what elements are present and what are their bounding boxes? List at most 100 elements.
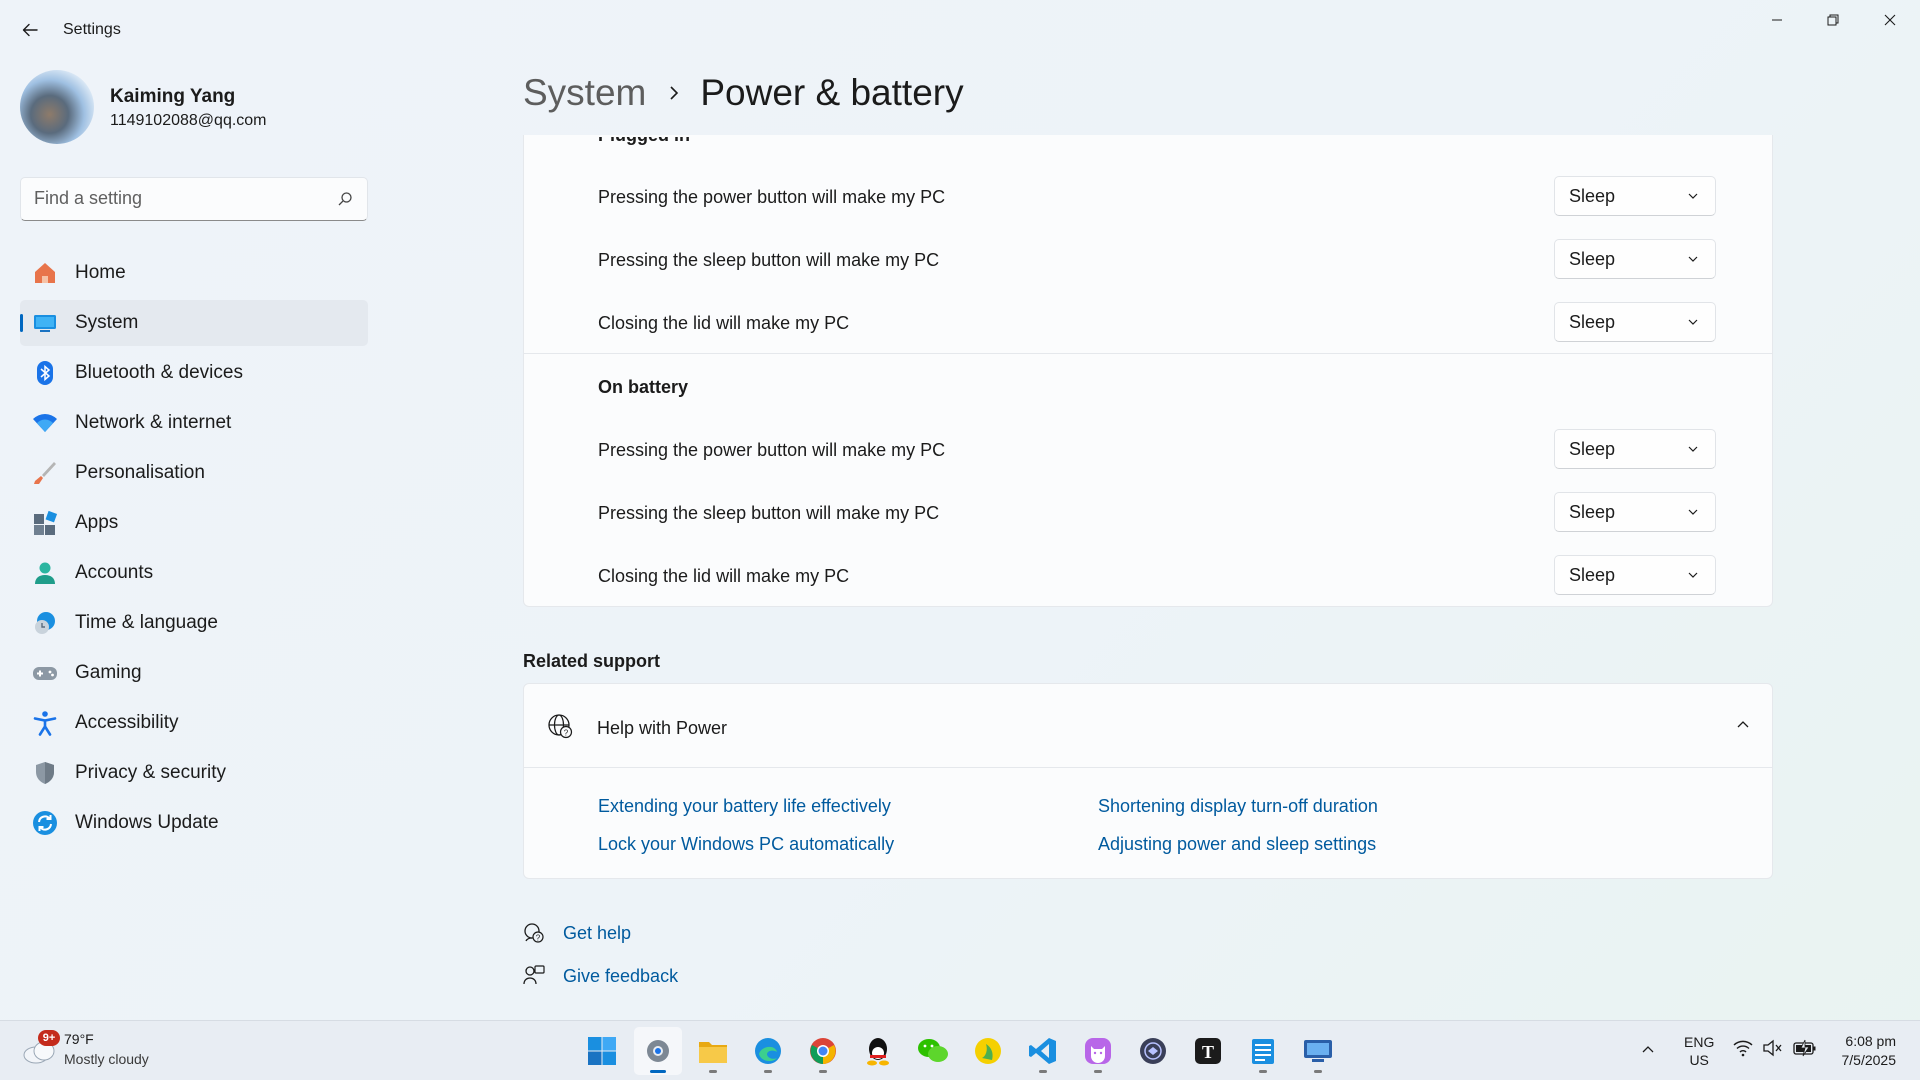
breadcrumb: System Power & battery (523, 72, 964, 114)
start-icon (588, 1037, 616, 1065)
taskbar-chrome[interactable] (799, 1027, 847, 1075)
taskbar-file-explorer[interactable] (689, 1027, 737, 1075)
sidebar-item-label: Bluetooth & devices (75, 362, 243, 383)
sidebar-item-label: Home (75, 262, 126, 283)
wechat-icon (918, 1039, 948, 1062)
sidebar-item-privacy[interactable]: Privacy & security (20, 750, 368, 796)
chevron-up-icon[interactable] (1736, 718, 1750, 732)
taskbar-yellow-app[interactable] (964, 1027, 1012, 1075)
sidebar-item-label: Privacy & security (75, 762, 226, 783)
sidebar-item-label: Time & language (75, 612, 218, 633)
minimize-icon (1772, 19, 1782, 21)
chevron-down-icon (1688, 256, 1698, 262)
taskbar-cat-app[interactable] (1074, 1027, 1122, 1075)
give-feedback-link[interactable]: Give feedback (563, 966, 678, 987)
taskbar-dark-app[interactable] (1129, 1027, 1177, 1075)
breadcrumb-parent[interactable]: System (523, 72, 646, 114)
get-help-icon: ? (524, 923, 544, 943)
dropdown-value: Sleep (1569, 248, 1616, 269)
sidebar-item-label: Accounts (75, 562, 154, 583)
user-email: 1149102088@qq.com (110, 112, 267, 129)
chevron-right-icon (668, 84, 680, 102)
battery-lid-dropdown[interactable]: Sleep (1554, 555, 1716, 595)
svg-text:T: T (1202, 1042, 1214, 1062)
sidebar-item-label: System (75, 312, 139, 333)
back-arrow-icon (22, 23, 38, 37)
plugged-lid-dropdown[interactable]: Sleep (1554, 302, 1716, 342)
setting-label: Pressing the power button will make my P… (598, 440, 946, 460)
vscode-icon (1029, 1038, 1056, 1064)
avatar[interactable] (20, 70, 94, 144)
chevron-down-icon (1688, 572, 1698, 578)
plugged-power-button-dropdown[interactable]: Sleep (1554, 176, 1716, 216)
taskbar-settings[interactable] (634, 1027, 682, 1075)
taskbar-remote-desktop[interactable] (1294, 1027, 1342, 1075)
clock-date: 7/5/2025 (1841, 1052, 1897, 1068)
minimize-button[interactable] (1749, 0, 1805, 40)
sidebar-nav: Home System Bluetooth & devices Network … (20, 250, 368, 850)
taskbar-wechat[interactable] (909, 1027, 957, 1075)
dropdown-value: Sleep (1569, 311, 1616, 332)
remote-desktop-icon (1304, 1040, 1332, 1062)
sidebar-item-network[interactable]: Network & internet (20, 400, 368, 446)
taskbar-qq[interactable] (854, 1027, 902, 1075)
bluetooth-icon (32, 360, 58, 386)
taskbar-notepad[interactable] (1239, 1027, 1287, 1075)
brush-icon (32, 460, 58, 486)
chevron-down-icon (1688, 319, 1698, 325)
help-link-power-sleep[interactable]: Adjusting power and sleep settings (1098, 834, 1376, 855)
help-expander-header[interactable]: ? Help with Power (524, 684, 1772, 768)
search-box (20, 177, 368, 221)
show-hidden-icons-chevron-up-icon[interactable] (1640, 1041, 1656, 1057)
edge-icon (755, 1038, 781, 1064)
clock[interactable]: 6:08 pm 7/5/2025 (1842, 1032, 1897, 1070)
sidebar-item-gaming[interactable]: Gaming (20, 650, 368, 696)
system-icon (32, 310, 58, 336)
settings-icon (647, 1040, 669, 1062)
battery-sleep-button-dropdown[interactable]: Sleep (1554, 492, 1716, 532)
search-icon[interactable] (337, 191, 353, 207)
back-button[interactable] (14, 14, 46, 46)
wifi-tray-icon[interactable] (1733, 1039, 1753, 1057)
update-icon (32, 810, 58, 836)
restore-button[interactable] (1805, 0, 1861, 40)
help-link-lock-pc[interactable]: Lock your Windows PC automatically (598, 834, 894, 855)
power-buttons-card: Plugged in Pressing the power button wil… (523, 135, 1773, 607)
globe-help-icon: ? (548, 714, 573, 739)
taskbar-edge[interactable] (744, 1027, 792, 1075)
taskbar-vscode[interactable] (1019, 1027, 1067, 1075)
sidebar-item-windows-update[interactable]: Windows Update (20, 800, 368, 846)
page-title: Power & battery (700, 72, 964, 113)
battery-charging-icon[interactable] (1793, 1039, 1817, 1057)
app-yellow-icon (975, 1038, 1001, 1064)
sidebar-item-label: Accessibility (75, 712, 179, 733)
typora-icon: T (1195, 1038, 1221, 1064)
input-language[interactable]: ENG US (1684, 1033, 1714, 1069)
help-link-display-timeout[interactable]: Shortening display turn-off duration (1098, 796, 1378, 817)
sidebar-item-apps[interactable]: Apps (20, 500, 368, 546)
help-link-battery-life[interactable]: Extending your battery life effectively (598, 796, 891, 817)
plugged-sleep-button-dropdown[interactable]: Sleep (1554, 239, 1716, 279)
sidebar-item-home[interactable]: Home (20, 250, 368, 296)
taskbar-typora[interactable]: T (1184, 1027, 1232, 1075)
chevron-down-icon (1688, 193, 1698, 199)
get-help-link[interactable]: Get help (563, 923, 631, 944)
sidebar-item-accounts[interactable]: Accounts (20, 550, 368, 596)
home-icon (32, 260, 58, 286)
close-button[interactable] (1862, 0, 1918, 40)
volume-muted-icon[interactable] (1762, 1039, 1782, 1057)
sidebar-item-accessibility[interactable]: Accessibility (20, 700, 368, 746)
sidebar-item-personalisation[interactable]: Personalisation (20, 450, 368, 496)
search-input[interactable] (34, 188, 324, 209)
weather-temp: 79°F (64, 1031, 94, 1047)
battery-power-button-dropdown[interactable]: Sleep (1554, 429, 1716, 469)
qq-icon (867, 1038, 889, 1066)
sidebar-item-bluetooth[interactable]: Bluetooth & devices (20, 350, 368, 396)
sidebar-item-label: Gaming (75, 662, 142, 683)
clock-time: 6:08 pm (1845, 1033, 1896, 1049)
sidebar-item-system[interactable]: System (20, 300, 368, 346)
sidebar-item-time-language[interactable]: Time & language (20, 600, 368, 646)
shield-icon (32, 760, 58, 786)
close-icon (1884, 14, 1896, 26)
start-button[interactable] (578, 1027, 626, 1075)
